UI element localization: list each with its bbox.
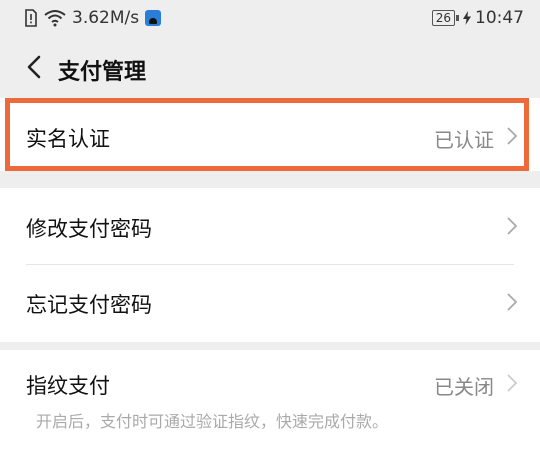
header: 支付管理 [0, 36, 540, 98]
wifi-icon [44, 10, 66, 27]
forgot-password-row[interactable]: 忘记支付密码 [0, 265, 540, 342]
status-bar-right: 26 10:47 [431, 7, 524, 29]
chevron-right-icon [507, 374, 518, 392]
real-name-label: 实名认证 [26, 127, 110, 151]
status-bar: 3.62M/s 26 10:47 [0, 0, 540, 36]
sim-alert-icon [25, 9, 37, 27]
clock: 10:47 [475, 8, 524, 28]
back-arrow-icon[interactable] [20, 50, 50, 84]
charging-icon [463, 11, 471, 25]
section-verification: 实名认证 已认证 [0, 98, 540, 171]
fingerprint-status: 已关闭 [434, 375, 494, 399]
app-notification-icon [145, 10, 162, 26]
network-speed: 3.62M/s [72, 8, 140, 28]
chevron-right-icon [507, 217, 518, 235]
fingerprint-row[interactable]: 指纹支付 已关闭 [0, 350, 540, 408]
chevron-right-icon [507, 293, 518, 311]
chevron-right-icon [507, 127, 518, 145]
change-password-label: 修改支付密码 [26, 217, 152, 241]
battery-icon: 26 [431, 10, 460, 26]
fingerprint-label: 指纹支付 [26, 374, 110, 398]
fingerprint-hint: 开启后，支付时可通过验证指纹，快速完成付款。 [36, 412, 389, 431]
real-name-status: 已认证 [434, 128, 494, 152]
change-password-row[interactable]: 修改支付密码 [0, 188, 540, 264]
forgot-password-label: 忘记支付密码 [26, 293, 152, 317]
section-fingerprint: 指纹支付 已关闭 [0, 350, 540, 449]
real-name-row[interactable]: 实名认证 已认证 [0, 98, 540, 171]
page-title: 支付管理 [58, 60, 147, 85]
battery-level: 26 [435, 11, 451, 25]
status-bar-left: 3.62M/s [24, 7, 162, 29]
section-password: 修改支付密码 忘记支付密码 [0, 188, 540, 342]
